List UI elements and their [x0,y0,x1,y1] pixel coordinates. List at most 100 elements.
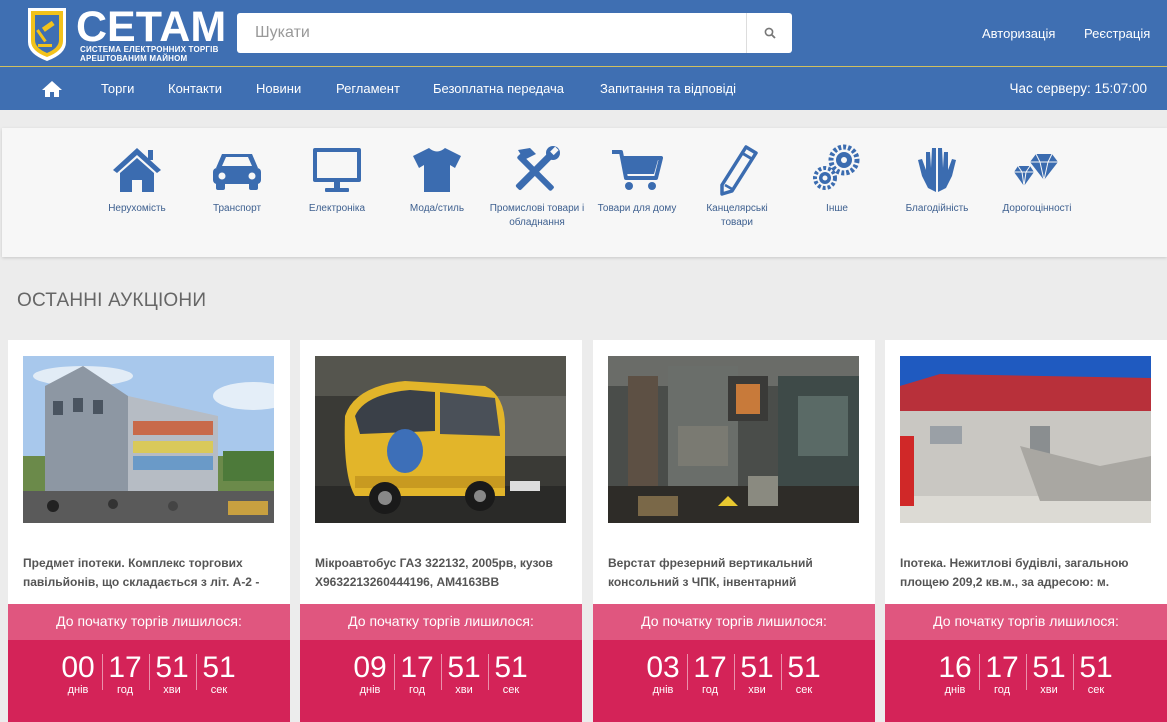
countdown-label: До початку торгів лишилося: [8,604,290,640]
tools-icon [515,146,560,191]
category-label: Канцелярські товари [706,203,768,228]
tshirt-icon [413,148,461,192]
countdown-seconds: 51 сек [196,651,242,697]
countdown-seconds: 51 сек [488,651,534,697]
days-label: днів [359,684,381,696]
days-value: 16 [938,651,972,684]
hands-icon [918,148,956,192]
category-other[interactable]: Інше [789,144,885,216]
nav-item-auctions[interactable]: Торги [101,81,134,96]
seconds-value: 51 [787,651,821,684]
countdown-seconds: 51 сек [1073,652,1119,697]
countdown-minutes: 51 хви [734,651,780,697]
category-electronics[interactable]: Електроніка [289,144,385,216]
category-transport[interactable]: Транспорт [189,144,285,216]
search-button[interactable] [746,13,792,53]
logo[interactable]: СЕТАМ СИСТЕМА ЕЛЕКТРОННИХ ТОРГІВ АРЕШТОВ… [26,3,226,63]
category-label: Мода/стиль [409,203,465,214]
top-header: СЕТАМ СИСТЕМА ЕЛЕКТРОННИХ ТОРГІВ АРЕШТОВ… [0,0,1167,66]
countdown-days: 16 днів [932,651,978,697]
home-icon[interactable] [41,80,63,98]
auction-image-minibus[interactable] [315,356,566,523]
countdown-timer: 00 днів 17 год 51 хви 51 сек [8,640,290,722]
auction-card[interactable]: Предмет іпотеки. Комплекс торгових павіл… [8,340,290,722]
logo-subtitle-line-2: АРЕШТОВАНИМ МАЙНОМ [80,54,188,63]
category-stationery[interactable]: Канцелярські товари [689,144,785,230]
countdown-minutes: 51 хви [149,651,195,697]
countdown-timer: 16 днів 17 год 51 хви 51 сек [885,640,1167,722]
nav-item-contacts[interactable]: Контакти [168,81,222,96]
countdown-hours: 17 год [687,651,733,697]
minutes-value: 51 [740,651,774,684]
search-box [237,13,792,53]
pencil-icon [720,145,758,196]
hours-label: год [993,684,1011,696]
days-value: 00 [61,651,95,684]
seconds-label: сек [795,684,813,696]
server-time: Час серверу: 15:07:00 [1009,81,1147,96]
auction-title[interactable]: Мікроавтобус ГАЗ 322132, 2005рв, кузов Х… [315,554,575,592]
category-label: Промислові товари і обладнання [489,203,585,228]
seconds-label: сек [502,684,520,696]
seconds-label: сек [1087,684,1105,696]
auction-title[interactable]: Предмет іпотеки. Комплекс торгових павіл… [23,554,283,592]
countdown-minutes: 51 хви [1026,651,1072,697]
category-label: Електроніка [308,203,366,214]
logo-subtitle: СИСТЕМА ЕЛЕКТРОННИХ ТОРГІВ АРЕШТОВАНИМ М… [80,45,240,63]
car-icon [213,154,261,190]
hours-label: год [408,684,426,696]
countdown-seconds: 51 сек [781,651,827,697]
auction-title[interactable]: Іпотека. Нежитлові будівлі, загальною пл… [900,554,1160,592]
countdown-label: До початку торгів лишилося: [885,604,1167,640]
auction-card[interactable]: Мікроавтобус ГАЗ 322132, 2005рв, кузов Х… [300,340,582,722]
auction-card[interactable]: Іпотека. Нежитлові будівлі, загальною пл… [885,340,1167,722]
days-value: 09 [353,651,387,684]
auction-title[interactable]: Верстат фрезерний вертикальний консольни… [608,554,868,592]
category-fashion[interactable]: Мода/стиль [389,144,485,216]
countdown-minutes: 51 хви [441,652,487,697]
minutes-value: 51 [1032,651,1066,684]
hours-value: 17 [693,651,727,684]
hours-value: 17 [108,651,142,684]
auction-card[interactable]: Верстат фрезерний вертикальний консольни… [593,340,875,722]
house-icon [113,148,161,192]
seconds-value: 51 [494,651,528,684]
search-input[interactable] [237,13,745,53]
auction-image-milling-machine[interactable] [608,356,859,523]
diamond-icon [1014,153,1058,187]
register-link[interactable]: Реєстрація [1084,26,1150,41]
auction-image-market-building[interactable] [23,356,274,523]
days-label: днів [67,684,89,696]
nav-item-regulations[interactable]: Регламент [336,81,400,96]
nav-item-news[interactable]: Новини [256,81,301,96]
seconds-value: 51 [202,651,236,684]
countdown-days: 09 днів [347,651,393,697]
category-charity[interactable]: Благодійність [889,144,985,216]
login-link[interactable]: Авторизація [982,26,1055,41]
countdown-label: До початку торгів лишилося: [300,604,582,640]
countdown-hours: 17 год [102,651,148,697]
auction-image-warehouse[interactable] [900,356,1151,523]
category-label: Благодійність [905,203,969,214]
countdown-hours: 17 год [394,652,440,697]
category-home-goods[interactable]: Товари для дому [589,144,685,216]
categories-panel: Нерухомість Транспорт Електроніка Мода/с… [2,128,1167,257]
category-industrial[interactable]: Промислові товари і обладнання [489,144,585,230]
category-jewelry[interactable]: Дорогоцінності [989,144,1085,216]
monitor-icon [313,148,361,192]
countdown-days: 00 днів [55,651,101,697]
section-title: ОСТАННІ АУКЦІОНИ [17,290,207,311]
nav-item-free-transfer[interactable]: Безоплатна передача [433,81,564,96]
days-label: днів [652,684,674,696]
category-label: Дорогоцінності [1002,203,1072,214]
nav-item-faq[interactable]: Запитання та відповіді [600,81,736,96]
days-label: днів [944,684,966,696]
category-real-estate[interactable]: Нерухомість [89,144,185,216]
countdown-hours: 17 год [979,652,1025,697]
minutes-label: хви [1040,684,1058,696]
minutes-label: хви [163,684,181,696]
main-nav: Торги Контакти Новини Регламент Безоплат… [0,66,1167,110]
minutes-value: 51 [155,651,189,684]
minutes-label: хви [455,684,473,696]
category-label: Нерухомість [108,203,166,214]
